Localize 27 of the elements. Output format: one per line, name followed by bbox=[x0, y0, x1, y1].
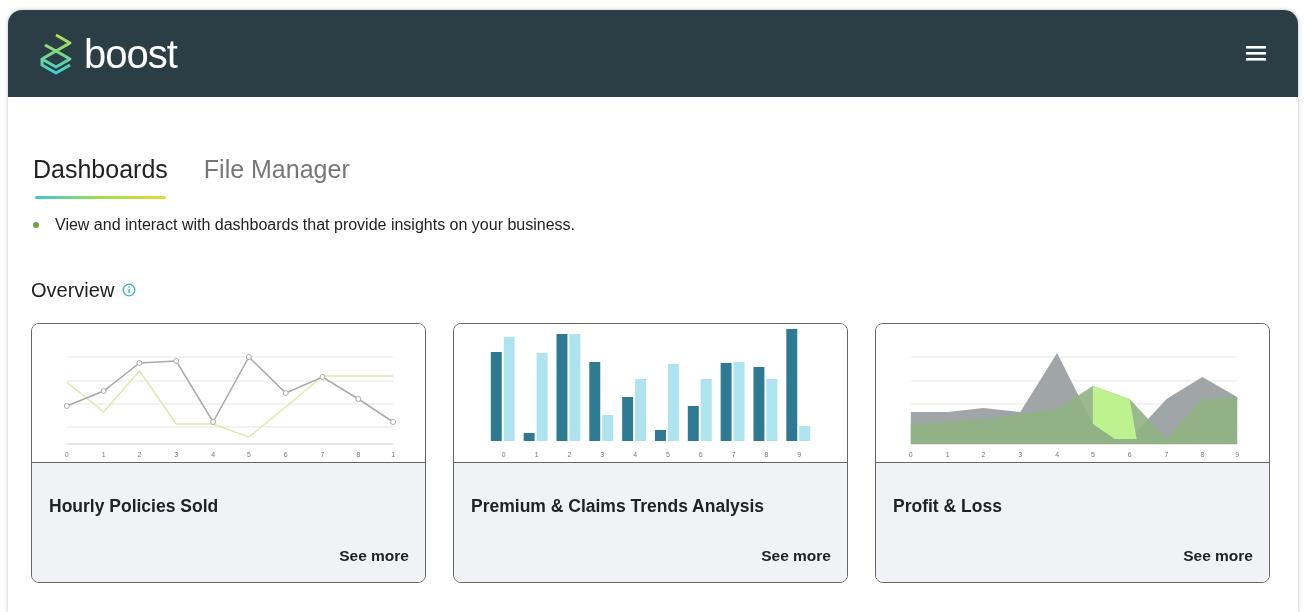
chart-point bbox=[319, 373, 326, 380]
chart-point bbox=[173, 357, 180, 364]
chart-point bbox=[100, 387, 107, 394]
description-text: View and interact with dashboards that provide insights on your business. bbox=[55, 214, 575, 235]
chart-bar bbox=[622, 396, 634, 441]
logo-text: boost bbox=[84, 33, 177, 74]
card-title: Hourly Policies Sold bbox=[49, 494, 220, 518]
chart-area bbox=[1092, 385, 1137, 439]
tab[interactable]: Dashboards bbox=[31, 151, 170, 199]
see-more-link[interactable]: See more bbox=[1183, 544, 1253, 568]
card-title: Profit & Loss bbox=[893, 494, 1003, 518]
chart-point bbox=[210, 418, 217, 425]
chart-bar bbox=[635, 378, 646, 441]
tab[interactable]: File Manager bbox=[201, 151, 352, 199]
chart-point bbox=[63, 402, 70, 409]
card-title: Premium & Claims Trends Analysis bbox=[471, 494, 766, 518]
chart-point bbox=[282, 389, 289, 396]
chart-point bbox=[245, 353, 252, 360]
menu-icon bbox=[1246, 46, 1266, 61]
section-title: Overview bbox=[31, 277, 115, 303]
chart-point bbox=[390, 418, 397, 425]
see-more-link[interactable]: See more bbox=[339, 544, 409, 568]
chart-bar bbox=[766, 378, 778, 441]
chart-point bbox=[355, 395, 362, 402]
chart-point bbox=[136, 359, 143, 366]
see-more-link[interactable]: See more bbox=[761, 544, 831, 568]
bullet-icon bbox=[33, 221, 39, 228]
